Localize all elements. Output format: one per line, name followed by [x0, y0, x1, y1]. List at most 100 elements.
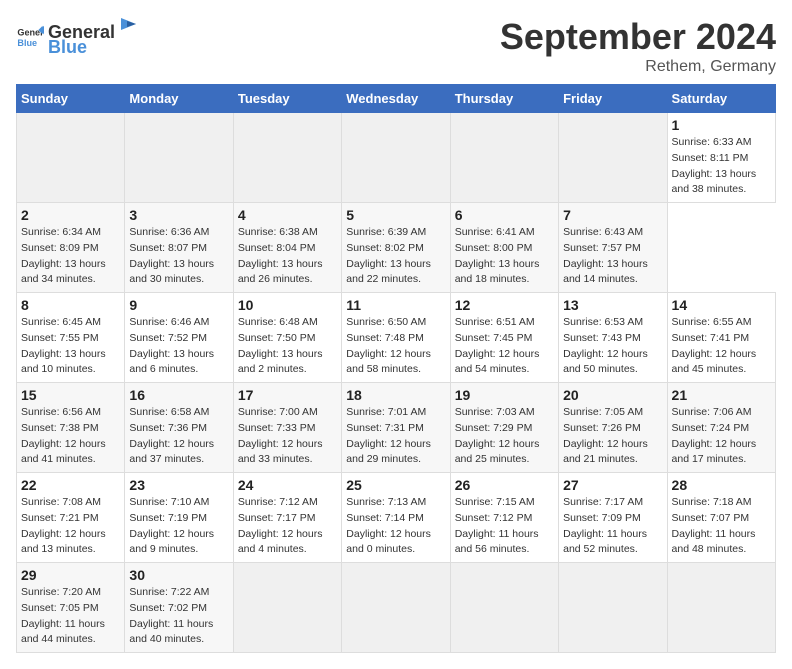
- col-wednesday: Wednesday: [342, 85, 450, 113]
- calendar-cell: 17 Sunrise: 7:00 AM Sunset: 7:33 PM Dayl…: [233, 383, 341, 473]
- day-number: 24: [238, 477, 337, 493]
- calendar-cell: 22 Sunrise: 7:08 AM Sunset: 7:21 PM Dayl…: [17, 473, 125, 563]
- calendar-cell: 29 Sunrise: 7:20 AM Sunset: 7:05 PM Dayl…: [17, 563, 125, 653]
- col-monday: Monday: [125, 85, 233, 113]
- calendar-cell: [342, 563, 450, 653]
- calendar-cell: 11 Sunrise: 6:50 AM Sunset: 7:48 PM Dayl…: [342, 293, 450, 383]
- calendar-cell: [233, 563, 341, 653]
- calendar-cell: 6 Sunrise: 6:41 AM Sunset: 8:00 PM Dayli…: [450, 203, 558, 293]
- col-saturday: Saturday: [667, 85, 775, 113]
- day-number: 25: [346, 477, 445, 493]
- day-number: 8: [21, 297, 120, 313]
- calendar-cell: 1 Sunrise: 6:33 AM Sunset: 8:11 PM Dayli…: [667, 113, 775, 203]
- day-info: Sunrise: 7:06 AM Sunset: 7:24 PM Dayligh…: [672, 405, 771, 468]
- day-info: Sunrise: 6:43 AM Sunset: 7:57 PM Dayligh…: [563, 225, 662, 288]
- calendar-cell: 14 Sunrise: 6:55 AM Sunset: 7:41 PM Dayl…: [667, 293, 775, 383]
- calendar-week-row: 2 Sunrise: 6:34 AM Sunset: 8:09 PM Dayli…: [17, 203, 776, 293]
- day-info: Sunrise: 6:51 AM Sunset: 7:45 PM Dayligh…: [455, 315, 554, 378]
- calendar-cell: [559, 563, 667, 653]
- calendar-cell: 19 Sunrise: 7:03 AM Sunset: 7:29 PM Dayl…: [450, 383, 558, 473]
- calendar-table: Sunday Monday Tuesday Wednesday Thursday…: [16, 84, 776, 653]
- day-number: 3: [129, 207, 228, 223]
- day-info: Sunrise: 7:12 AM Sunset: 7:17 PM Dayligh…: [238, 495, 337, 558]
- day-info: Sunrise: 6:58 AM Sunset: 7:36 PM Dayligh…: [129, 405, 228, 468]
- day-number: 10: [238, 297, 337, 313]
- calendar-cell: 9 Sunrise: 6:46 AM Sunset: 7:52 PM Dayli…: [125, 293, 233, 383]
- day-number: 30: [129, 567, 228, 583]
- calendar-cell: 7 Sunrise: 6:43 AM Sunset: 7:57 PM Dayli…: [559, 203, 667, 293]
- calendar-header-row: Sunday Monday Tuesday Wednesday Thursday…: [17, 85, 776, 113]
- day-info: Sunrise: 7:10 AM Sunset: 7:19 PM Dayligh…: [129, 495, 228, 558]
- day-number: 18: [346, 387, 445, 403]
- calendar-cell: 16 Sunrise: 6:58 AM Sunset: 7:36 PM Dayl…: [125, 383, 233, 473]
- day-number: 7: [563, 207, 662, 223]
- calendar-cell: [342, 113, 450, 203]
- day-number: 29: [21, 567, 120, 583]
- calendar-week-row: 1 Sunrise: 6:33 AM Sunset: 8:11 PM Dayli…: [17, 113, 776, 203]
- calendar-cell: 10 Sunrise: 6:48 AM Sunset: 7:50 PM Dayl…: [233, 293, 341, 383]
- day-info: Sunrise: 6:38 AM Sunset: 8:04 PM Dayligh…: [238, 225, 337, 288]
- calendar-cell: 2 Sunrise: 6:34 AM Sunset: 8:09 PM Dayli…: [17, 203, 125, 293]
- day-info: Sunrise: 6:56 AM Sunset: 7:38 PM Dayligh…: [21, 405, 120, 468]
- day-number: 4: [238, 207, 337, 223]
- day-info: Sunrise: 6:39 AM Sunset: 8:02 PM Dayligh…: [346, 225, 445, 288]
- day-info: Sunrise: 6:41 AM Sunset: 8:00 PM Dayligh…: [455, 225, 554, 288]
- calendar-cell: [233, 113, 341, 203]
- day-number: 12: [455, 297, 554, 313]
- col-sunday: Sunday: [17, 85, 125, 113]
- col-tuesday: Tuesday: [233, 85, 341, 113]
- calendar-cell: 24 Sunrise: 7:12 AM Sunset: 7:17 PM Dayl…: [233, 473, 341, 563]
- day-number: 9: [129, 297, 228, 313]
- svg-text:Blue: Blue: [17, 38, 37, 48]
- calendar-cell: 25 Sunrise: 7:13 AM Sunset: 7:14 PM Dayl…: [342, 473, 450, 563]
- calendar-cell: 5 Sunrise: 6:39 AM Sunset: 8:02 PM Dayli…: [342, 203, 450, 293]
- day-info: Sunrise: 7:15 AM Sunset: 7:12 PM Dayligh…: [455, 495, 554, 558]
- day-number: 15: [21, 387, 120, 403]
- day-info: Sunrise: 6:34 AM Sunset: 8:09 PM Dayligh…: [21, 225, 120, 288]
- day-info: Sunrise: 6:50 AM Sunset: 7:48 PM Dayligh…: [346, 315, 445, 378]
- day-info: Sunrise: 6:33 AM Sunset: 8:11 PM Dayligh…: [672, 135, 771, 198]
- location: Rethem, Germany: [500, 58, 776, 76]
- day-info: Sunrise: 7:01 AM Sunset: 7:31 PM Dayligh…: [346, 405, 445, 468]
- day-info: Sunrise: 7:00 AM Sunset: 7:33 PM Dayligh…: [238, 405, 337, 468]
- day-number: 22: [21, 477, 120, 493]
- day-info: Sunrise: 7:13 AM Sunset: 7:14 PM Dayligh…: [346, 495, 445, 558]
- calendar-cell: 13 Sunrise: 6:53 AM Sunset: 7:43 PM Dayl…: [559, 293, 667, 383]
- day-number: 6: [455, 207, 554, 223]
- day-info: Sunrise: 6:48 AM Sunset: 7:50 PM Dayligh…: [238, 315, 337, 378]
- col-thursday: Thursday: [450, 85, 558, 113]
- calendar-cell: 21 Sunrise: 7:06 AM Sunset: 7:24 PM Dayl…: [667, 383, 775, 473]
- calendar-cell: 27 Sunrise: 7:17 AM Sunset: 7:09 PM Dayl…: [559, 473, 667, 563]
- calendar-week-row: 29 Sunrise: 7:20 AM Sunset: 7:05 PM Dayl…: [17, 563, 776, 653]
- calendar-cell: 30 Sunrise: 7:22 AM Sunset: 7:02 PM Dayl…: [125, 563, 233, 653]
- logo-flag-icon: [116, 16, 138, 38]
- day-number: 26: [455, 477, 554, 493]
- day-number: 1: [672, 117, 771, 133]
- day-info: Sunrise: 7:18 AM Sunset: 7:07 PM Dayligh…: [672, 495, 771, 558]
- calendar-cell: 20 Sunrise: 7:05 AM Sunset: 7:26 PM Dayl…: [559, 383, 667, 473]
- day-number: 2: [21, 207, 120, 223]
- day-number: 28: [672, 477, 771, 493]
- col-friday: Friday: [559, 85, 667, 113]
- day-info: Sunrise: 7:20 AM Sunset: 7:05 PM Dayligh…: [21, 585, 120, 648]
- month-title: September 2024: [500, 16, 776, 58]
- calendar-cell: [125, 113, 233, 203]
- calendar-cell: 28 Sunrise: 7:18 AM Sunset: 7:07 PM Dayl…: [667, 473, 775, 563]
- day-info: Sunrise: 7:05 AM Sunset: 7:26 PM Dayligh…: [563, 405, 662, 468]
- day-number: 13: [563, 297, 662, 313]
- day-number: 27: [563, 477, 662, 493]
- calendar-cell: [667, 563, 775, 653]
- day-number: 17: [238, 387, 337, 403]
- page-header: General Blue General Blue September 2024…: [16, 16, 776, 76]
- calendar-cell: 8 Sunrise: 6:45 AM Sunset: 7:55 PM Dayli…: [17, 293, 125, 383]
- calendar-cell: 26 Sunrise: 7:15 AM Sunset: 7:12 PM Dayl…: [450, 473, 558, 563]
- day-info: Sunrise: 7:03 AM Sunset: 7:29 PM Dayligh…: [455, 405, 554, 468]
- day-info: Sunrise: 7:17 AM Sunset: 7:09 PM Dayligh…: [563, 495, 662, 558]
- day-info: Sunrise: 6:46 AM Sunset: 7:52 PM Dayligh…: [129, 315, 228, 378]
- calendar-cell: 18 Sunrise: 7:01 AM Sunset: 7:31 PM Dayl…: [342, 383, 450, 473]
- calendar-cell: [450, 113, 558, 203]
- day-info: Sunrise: 6:45 AM Sunset: 7:55 PM Dayligh…: [21, 315, 120, 378]
- day-number: 21: [672, 387, 771, 403]
- day-number: 11: [346, 297, 445, 313]
- day-number: 5: [346, 207, 445, 223]
